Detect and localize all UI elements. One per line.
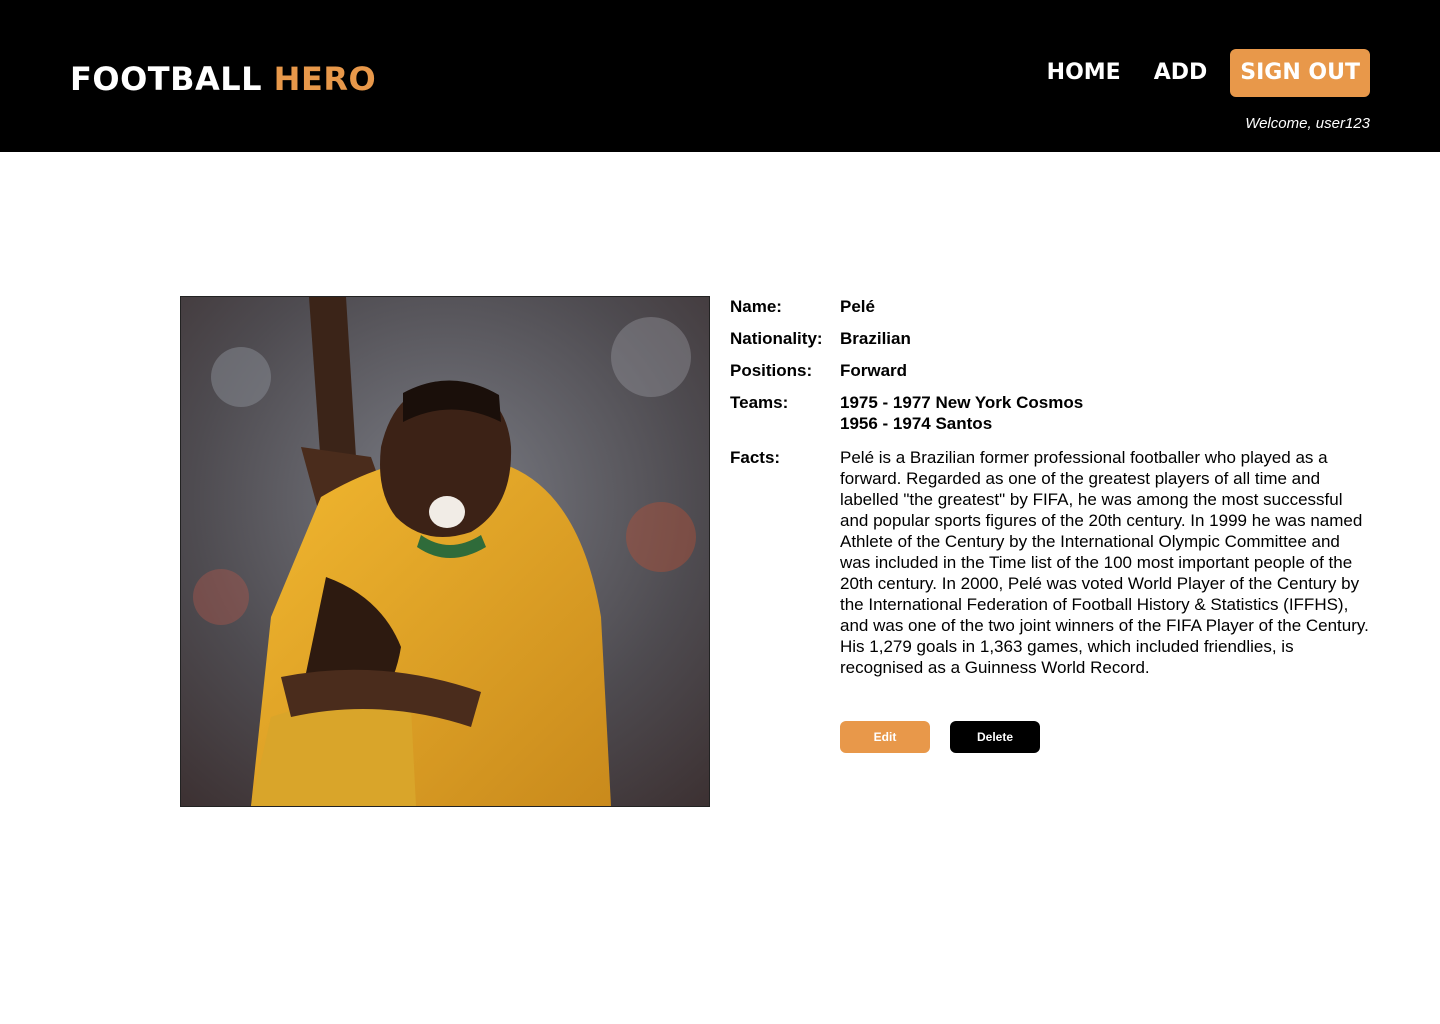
teams-list: 1975 - 1977 New York Cosmos 1956 - 1974 … <box>840 392 1083 434</box>
player-actions: Edit Delete <box>840 721 1040 753</box>
team-item: 1956 - 1974 Santos <box>840 414 993 433</box>
delete-button[interactable]: Delete <box>950 721 1040 753</box>
logo-accent-text: HERO <box>273 60 377 98</box>
name-label: Name: <box>730 297 782 316</box>
teams-label: Teams: <box>730 393 789 412</box>
site-header: FOOTBALL HERO HOME ADD SIGN OUT Welcome,… <box>0 0 1440 152</box>
nav-home-link[interactable]: HOME <box>1047 49 1121 97</box>
positions-value: Forward <box>840 361 908 380</box>
facts-text: Pelé is a Brazilian former professional … <box>840 448 1369 677</box>
player-photo-image <box>181 297 709 806</box>
positions-row: Positions: Forward <box>730 360 1370 381</box>
sign-out-button[interactable]: SIGN OUT <box>1230 49 1370 97</box>
nationality-label: Nationality: <box>730 329 823 348</box>
nationality-value: Brazilian <box>840 329 911 348</box>
welcome-message: Welcome, user123 <box>1245 115 1370 132</box>
positions-label: Positions: <box>730 361 813 380</box>
team-item: 1975 - 1977 New York Cosmos <box>840 393 1084 412</box>
player-details: Name: Pelé Nationality: Brazilian Positi… <box>730 296 1370 689</box>
player-photo <box>180 296 710 807</box>
facts-label: Facts: <box>730 448 781 467</box>
main-nav: HOME ADD SIGN OUT <box>1047 49 1370 97</box>
nationality-row: Nationality: Brazilian <box>730 328 1370 349</box>
name-value: Pelé <box>840 297 875 316</box>
site-logo[interactable]: FOOTBALL HERO <box>70 58 376 100</box>
nav-add-link[interactable]: ADD <box>1154 49 1208 97</box>
edit-button[interactable]: Edit <box>840 721 930 753</box>
teams-row: Teams: 1975 - 1977 New York Cosmos 1956 … <box>730 392 1370 434</box>
name-row: Name: Pelé <box>730 296 1370 317</box>
facts-row: Facts: Pelé is a Brazilian former profes… <box>730 447 1370 678</box>
logo-main-text: FOOTBALL <box>70 60 263 98</box>
